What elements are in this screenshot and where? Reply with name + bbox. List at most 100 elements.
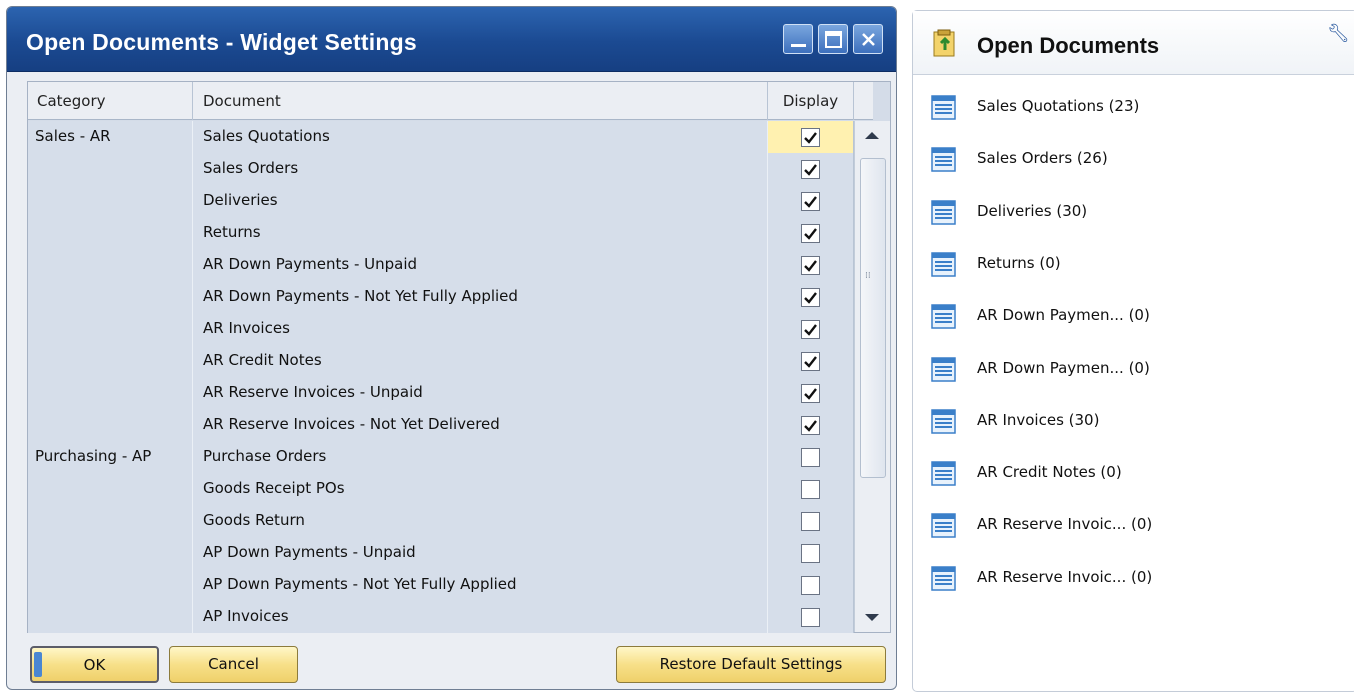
widget-document-link[interactable]: Sales Orders (26): [927, 143, 1247, 179]
column-header-document[interactable]: Document: [193, 82, 768, 120]
checkmark-icon: [804, 260, 817, 272]
column-header-display[interactable]: Display: [768, 82, 854, 120]
category-cell: [28, 281, 193, 313]
scroll-thumb[interactable]: [860, 158, 886, 478]
restore-default-settings-button[interactable]: Restore Default Settings: [616, 646, 886, 683]
widget-item-label: Returns (0): [977, 253, 1061, 272]
category-cell: [28, 473, 193, 505]
widget-document-link[interactable]: AR Down Paymen... (0): [927, 300, 1247, 336]
category-cell: [28, 313, 193, 345]
table-row[interactable]: AP Down Payments - Unpaid: [28, 537, 854, 569]
widget-document-link[interactable]: AR Credit Notes (0): [927, 457, 1247, 493]
widget-document-link[interactable]: AR Reserve Invoic... (0): [927, 562, 1247, 598]
category-cell: [28, 345, 193, 377]
document-cell: AP Invoices: [193, 601, 768, 633]
widget-document-link[interactable]: AR Down Paymen... (0): [927, 353, 1247, 389]
checkmark-icon: [804, 356, 817, 368]
widget-document-link[interactable]: Returns (0): [927, 248, 1247, 284]
checkmark-icon: [804, 388, 817, 400]
table-row[interactable]: Sales Orders: [28, 153, 854, 185]
display-checkbox[interactable]: [801, 448, 820, 467]
display-checkbox[interactable]: [801, 128, 820, 147]
display-checkbox[interactable]: [801, 512, 820, 531]
table-row[interactable]: Returns: [28, 217, 854, 249]
document-cell: AR Reserve Invoices - Not Yet Delivered: [193, 409, 768, 441]
widget-title: Open Documents: [977, 33, 1160, 58]
category-cell: [28, 537, 193, 569]
display-checkbox[interactable]: [801, 288, 820, 307]
category-cell: [28, 185, 193, 217]
display-checkbox[interactable]: [801, 224, 820, 243]
document-list-icon: [931, 252, 956, 277]
widget-document-link[interactable]: AR Invoices (30): [927, 405, 1247, 441]
table-row[interactable]: AR Down Payments - Not Yet Fully Applied: [28, 281, 854, 313]
document-list-icon: [931, 304, 956, 329]
cancel-button[interactable]: Cancel: [169, 646, 298, 683]
table-row[interactable]: AR Invoices: [28, 313, 854, 345]
display-checkbox[interactable]: [801, 160, 820, 179]
display-cell: [768, 377, 854, 409]
display-checkbox[interactable]: [801, 352, 820, 371]
widget-document-link[interactable]: AR Reserve Invoic... (0): [927, 509, 1247, 545]
table-row[interactable]: AP Down Payments - Not Yet Fully Applied: [28, 569, 854, 601]
display-checkbox[interactable]: [801, 256, 820, 275]
display-checkbox[interactable]: [801, 544, 820, 563]
display-checkbox[interactable]: [801, 416, 820, 435]
table-row[interactable]: AR Reserve Invoices - Not Yet Delivered: [28, 409, 854, 441]
table-row[interactable]: AR Reserve Invoices - Unpaid: [28, 377, 854, 409]
document-list-icon: [931, 513, 956, 539]
display-cell: [768, 505, 854, 537]
document-list-icon: [931, 409, 956, 434]
document-list-icon: [931, 461, 956, 486]
minimize-button[interactable]: [783, 24, 813, 54]
display-cell: [768, 185, 854, 217]
table-row[interactable]: AR Credit Notes: [28, 345, 854, 377]
document-list-icon: [931, 356, 956, 382]
maximize-button[interactable]: [818, 24, 848, 54]
grid-body: Sales - AR Sales Quotations Sales Orders De…: [28, 121, 854, 633]
widget-item-label: AR Down Paymen... (0): [977, 358, 1150, 377]
document-cell: AR Down Payments - Unpaid: [193, 249, 768, 281]
vertical-scrollbar[interactable]: ⁞⁞: [854, 121, 890, 632]
display-checkbox[interactable]: [801, 480, 820, 499]
document-cell: AP Down Payments - Not Yet Fully Applied: [193, 569, 768, 601]
table-row[interactable]: AR Down Payments - Unpaid: [28, 249, 854, 281]
table-row[interactable]: Goods Return: [28, 505, 854, 537]
table-row[interactable]: Goods Receipt POs: [28, 473, 854, 505]
widget-item-label: Deliveries (30): [977, 201, 1088, 220]
document-cell: Goods Receipt POs: [193, 473, 768, 505]
display-checkbox[interactable]: [801, 384, 820, 403]
scroll-down-arrow-icon[interactable]: [865, 614, 879, 621]
display-cell: [768, 537, 854, 569]
widget-item-label: AR Credit Notes (0): [977, 463, 1122, 482]
widget-document-link[interactable]: Deliveries (30): [927, 196, 1247, 232]
display-checkbox[interactable]: [801, 320, 820, 339]
widget-item-label: AR Down Paymen... (0): [977, 306, 1150, 325]
display-checkbox[interactable]: [801, 608, 820, 627]
checkmark-icon: [804, 164, 817, 176]
grid-header: Category Document Display: [28, 82, 873, 120]
document-cell: Returns: [193, 217, 768, 249]
display-checkbox[interactable]: [801, 192, 820, 211]
grip-icon: ⁞⁞: [865, 271, 871, 281]
table-row[interactable]: AP Invoices: [28, 601, 854, 633]
display-checkbox[interactable]: [801, 576, 820, 595]
document-list-icon: [931, 147, 956, 173]
display-cell: [768, 313, 854, 345]
document-cell: AP Down Payments - Unpaid: [193, 537, 768, 569]
close-button[interactable]: [853, 24, 883, 54]
scroll-up-arrow-icon[interactable]: [865, 132, 879, 139]
checkmark-icon: [804, 292, 817, 304]
widget-document-link[interactable]: Sales Quotations (23): [927, 91, 1247, 127]
table-row[interactable]: Sales - AR Sales Quotations: [28, 121, 854, 153]
open-documents-widget: Open Documents 🔧︎ Sales Quotations (23) S…: [912, 10, 1354, 692]
widget-settings-dialog: Open Documents - Widget Settings Categor…: [6, 6, 897, 690]
ok-button[interactable]: OK: [30, 646, 159, 683]
category-cell: [28, 569, 193, 601]
dialog-titlebar[interactable]: Open Documents - Widget Settings: [7, 7, 896, 72]
column-header-category[interactable]: Category: [28, 82, 193, 120]
table-row[interactable]: Deliveries: [28, 185, 854, 217]
wrench-settings-icon[interactable]: 🔧︎: [1327, 23, 1350, 44]
display-cell: [768, 441, 854, 473]
table-row[interactable]: Purchasing - AP Purchase Orders: [28, 441, 854, 473]
